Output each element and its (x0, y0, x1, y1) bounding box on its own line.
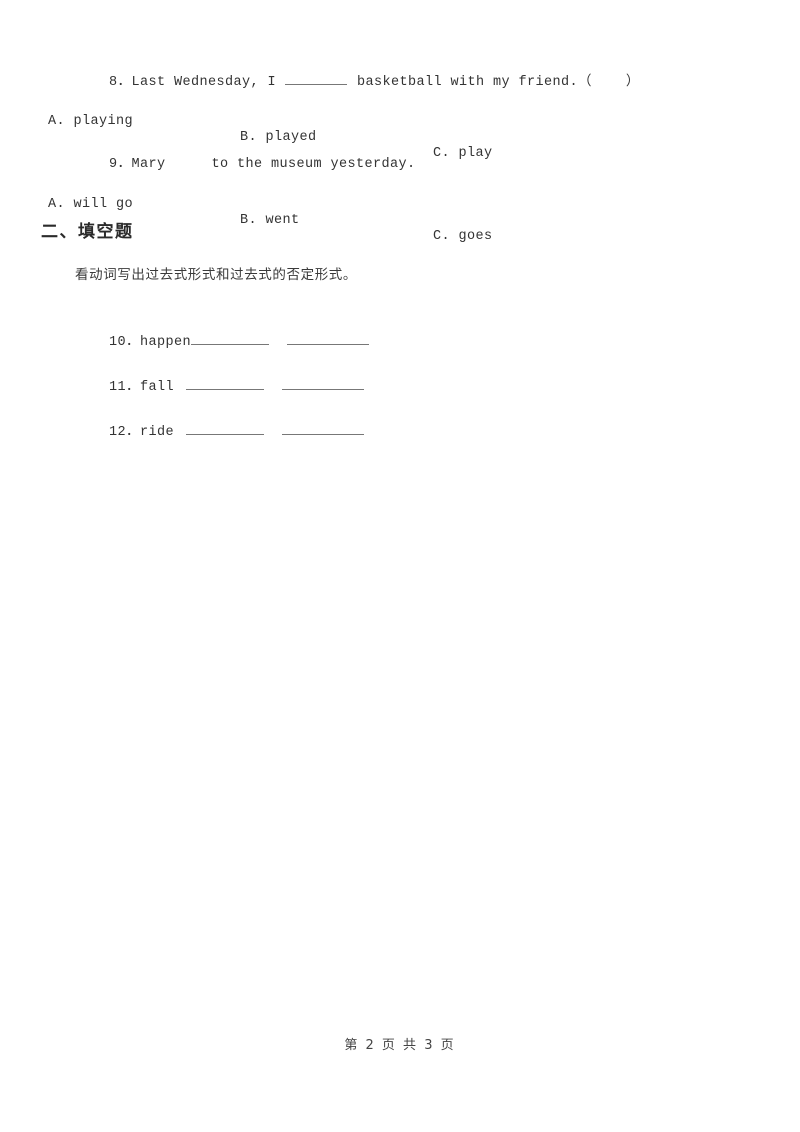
question-9-stem-before: Mary (131, 157, 166, 172)
document-page: 8．Last Wednesday, I basketball with my f… (0, 0, 800, 1132)
question-9-number: 9 (109, 157, 118, 172)
question-9-stem-after: to the museum yesterday. (211, 157, 416, 172)
fill-item-11-word: fall (139, 380, 174, 395)
fill-item-12: 12．ride (75, 404, 364, 455)
fill-item-11: 11．fall (75, 359, 364, 410)
fill-item-12-word: ride (139, 425, 174, 440)
page-footer: 第 2 页 共 3 页 (344, 1038, 456, 1053)
question-8-answer-bracket: （ ） (578, 75, 640, 90)
question-8-option-a[interactable]: A. playing (48, 114, 133, 130)
fill-item-11-separator: ． (126, 380, 140, 395)
question-8-stem-before: Last Wednesday, I (131, 75, 285, 90)
fill-item-10: 10．happen (75, 314, 369, 365)
fill-item-10-number: 10 (109, 335, 127, 350)
section-instruction: 看动词写出过去式形式和过去式的否定形式。 (75, 267, 357, 283)
question-8-separator: ． (117, 75, 132, 90)
question-8-answer-blank (285, 72, 348, 85)
fill-item-11-blank-1 (185, 377, 264, 390)
section-heading-fill-in-blanks: 二、填空题 (41, 222, 134, 242)
question-9-option-b[interactable]: B. went (240, 213, 300, 229)
question-9-option-a[interactable]: A. will go (48, 197, 133, 213)
fill-item-10-word: happen (139, 335, 191, 350)
fill-item-12-number: 12 (109, 425, 127, 440)
fill-item-11-number: 11 (109, 380, 127, 395)
fill-item-10-blank-1 (190, 332, 269, 345)
question-8-number: 8 (109, 75, 118, 90)
question-8-option-c[interactable]: C. play (433, 146, 493, 162)
fill-item-10-separator: ． (126, 335, 140, 350)
question-9-options: A. will go B. went C. goes (48, 181, 768, 261)
question-9-separator: ． (117, 157, 132, 172)
fill-item-10-blank-2 (286, 332, 369, 345)
fill-item-12-blank-2 (281, 422, 364, 435)
fill-item-12-blank-1 (185, 422, 264, 435)
question-8-stem-after: basketball with my friend. (348, 75, 579, 90)
question-9-option-c[interactable]: C. goes (433, 229, 493, 245)
fill-item-11-blank-2 (281, 377, 364, 390)
fill-item-12-separator: ． (126, 425, 140, 440)
